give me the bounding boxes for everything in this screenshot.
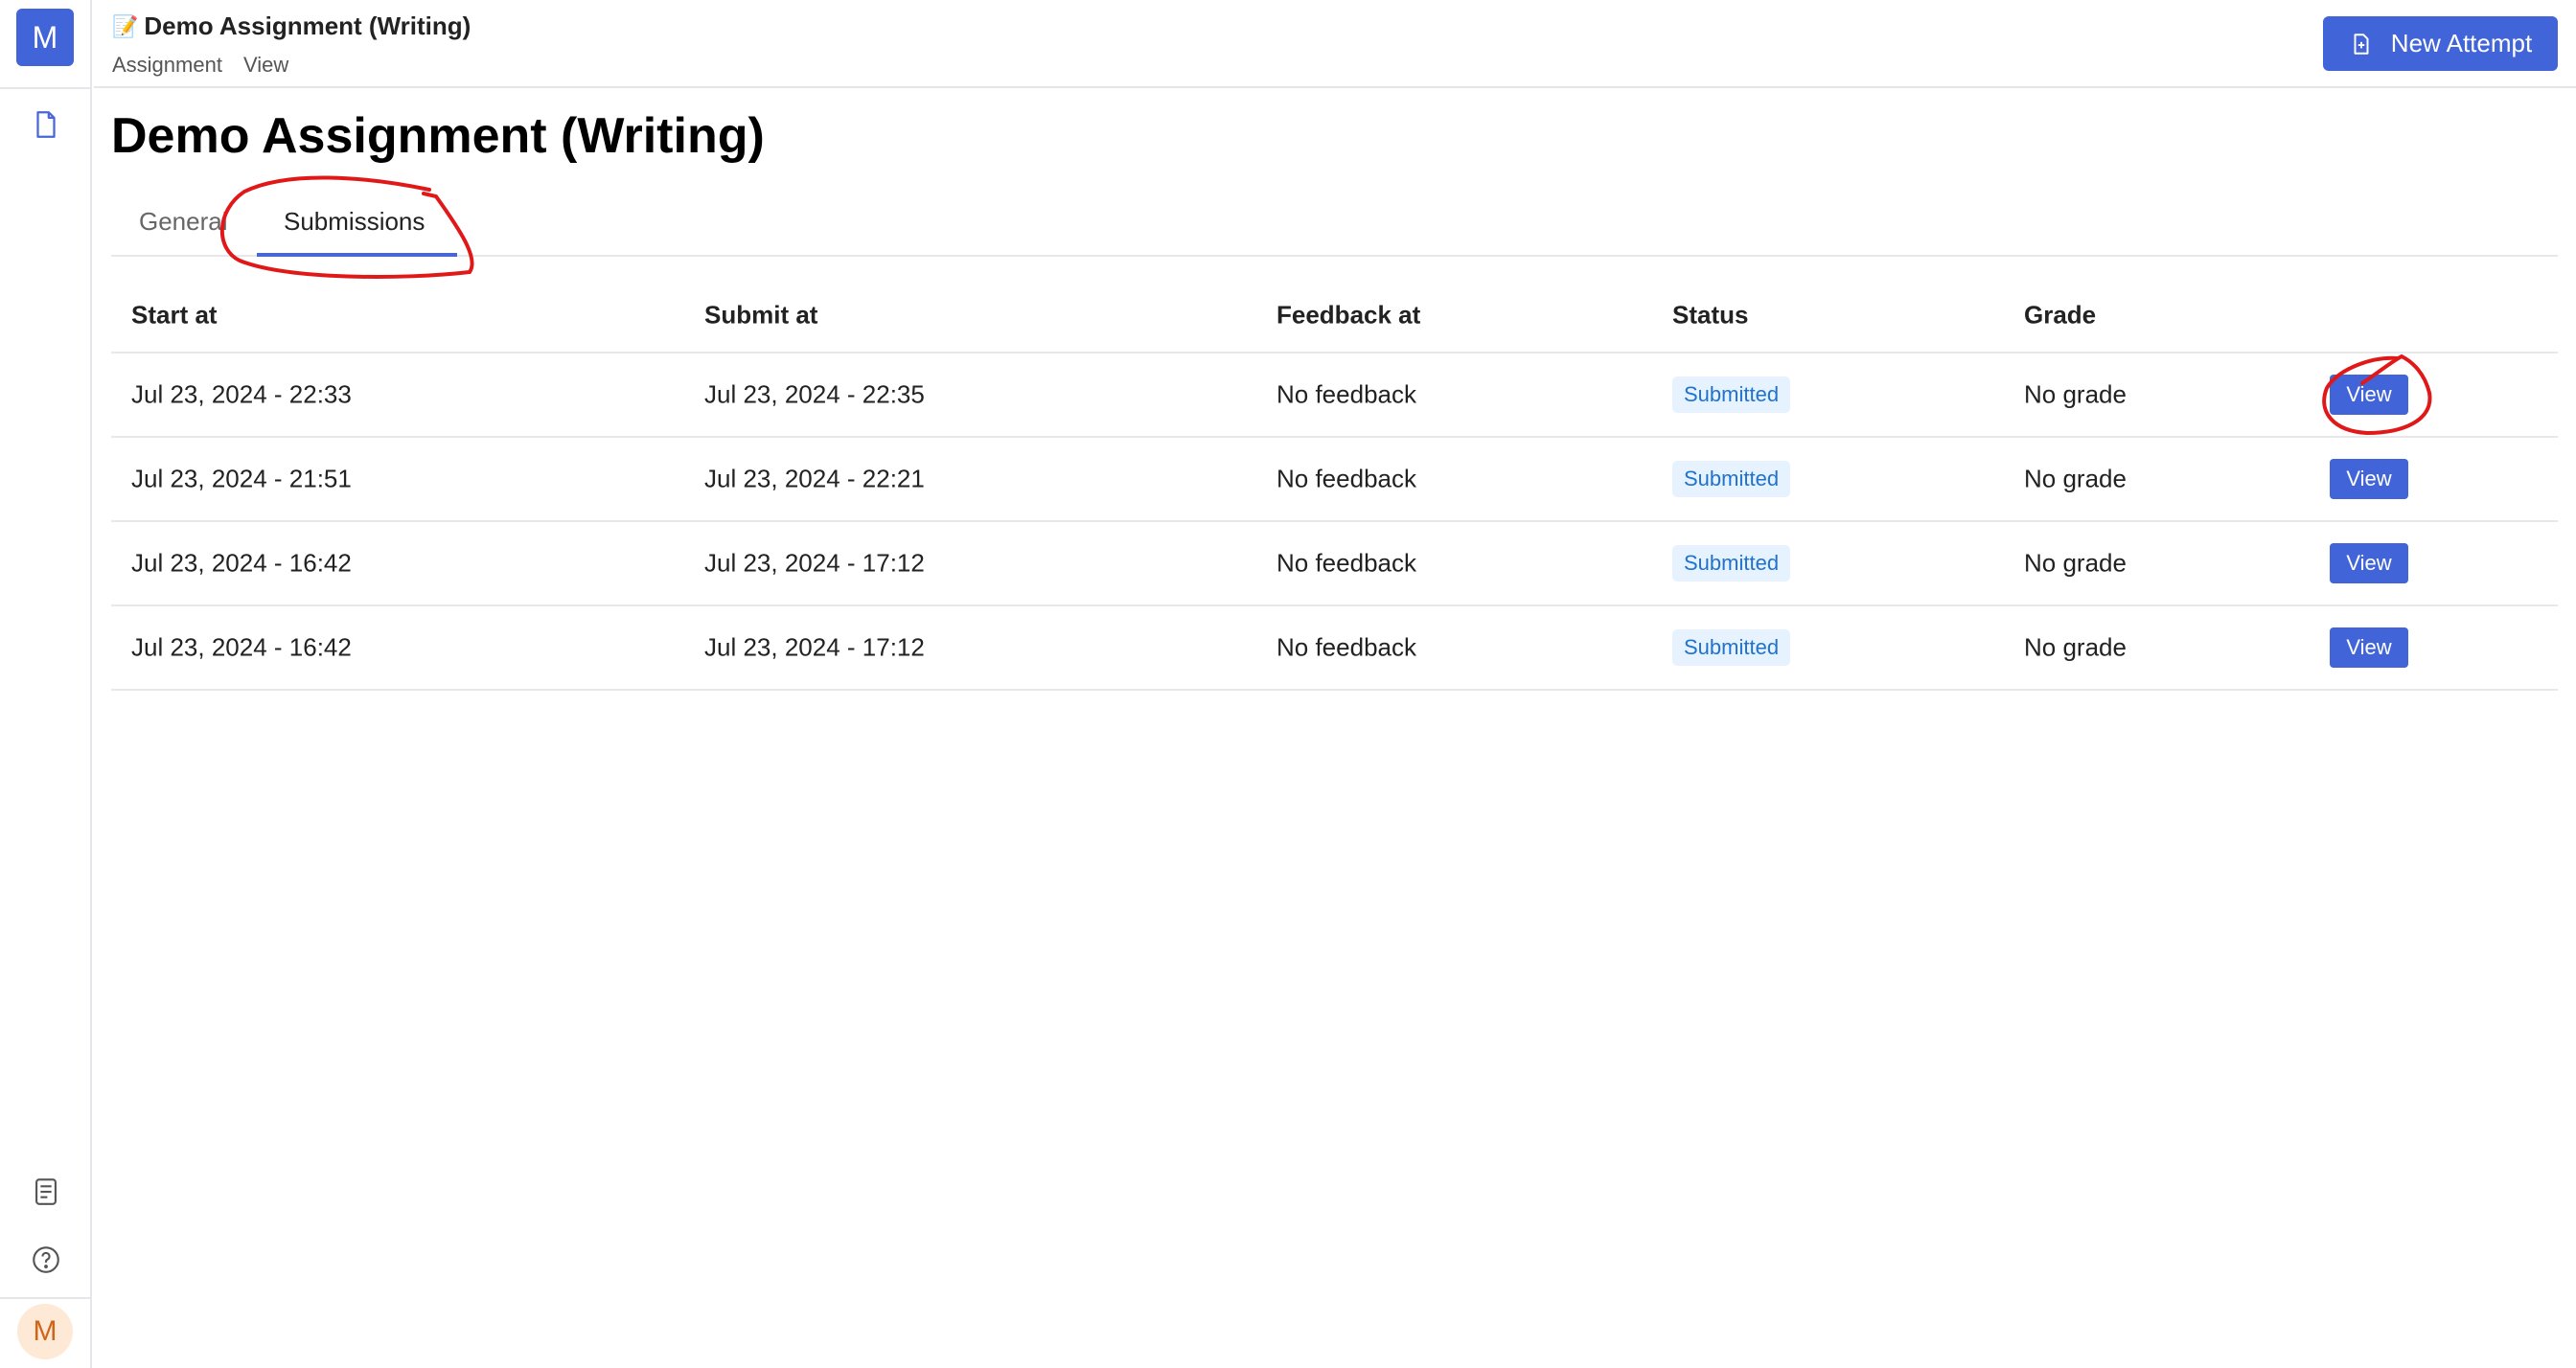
new-attempt-button[interactable]: New Attempt [2323, 16, 2558, 71]
view-button[interactable]: View [2330, 459, 2408, 499]
view-button[interactable]: View [2330, 543, 2408, 583]
sidebar-divider [0, 1297, 92, 1299]
grade-cell: No grade [2024, 548, 2127, 578]
status-badge: Submitted [1672, 461, 1791, 497]
user-avatar[interactable]: M [17, 1304, 73, 1359]
column-header-status: Status [1672, 300, 1749, 329]
help-icon[interactable] [29, 1243, 63, 1277]
header-title-text: Demo Assignment (Writing) [144, 11, 472, 40]
feedback-at-cell: No feedback [1276, 548, 1416, 578]
submit-at-cell: Jul 23, 2024 - 17:12 [704, 632, 925, 662]
start-at-cell: Jul 23, 2024 - 22:33 [131, 379, 352, 409]
column-header-submit-at: Submit at [704, 300, 818, 329]
table-row: Jul 23, 2024 - 22:33 Jul 23, 2024 - 22:3… [111, 353, 2558, 438]
grade-cell: No grade [2024, 464, 2127, 493]
file-plus-icon [2354, 33, 2369, 55]
status-badge: Submitted [1672, 376, 1791, 413]
app-logo[interactable]: M [16, 9, 74, 66]
column-header-start-at: Start at [131, 300, 218, 329]
notes-icon[interactable] [29, 1174, 63, 1209]
document-icon[interactable] [29, 107, 63, 142]
tab-general[interactable]: General [139, 207, 228, 237]
memo-icon: 📝 [112, 13, 139, 38]
submissions-table: Start at Submit at Feedback at Status Gr… [111, 278, 2558, 691]
submit-at-cell: Jul 23, 2024 - 22:35 [704, 379, 925, 409]
page-title: Demo Assignment (Writing) [111, 108, 765, 164]
table-header-row: Start at Submit at Feedback at Status Gr… [111, 278, 2558, 353]
table-row: Jul 23, 2024 - 16:42 Jul 23, 2024 - 17:1… [111, 606, 2558, 691]
view-button[interactable]: View [2330, 627, 2408, 668]
sidebar-divider [0, 87, 92, 89]
new-attempt-label: New Attempt [2390, 29, 2533, 57]
status-badge: Submitted [1672, 629, 1791, 666]
status-badge: Submitted [1672, 545, 1791, 581]
submit-at-cell: Jul 23, 2024 - 22:21 [704, 464, 925, 493]
breadcrumb-assignment[interactable]: Assignment [112, 53, 222, 78]
submit-at-cell: Jul 23, 2024 - 17:12 [704, 548, 925, 578]
feedback-at-cell: No feedback [1276, 379, 1416, 409]
start-at-cell: Jul 23, 2024 - 21:51 [131, 464, 352, 493]
view-button[interactable]: View [2330, 375, 2408, 415]
tab-submissions[interactable]: Submissions [284, 207, 425, 237]
table-row: Jul 23, 2024 - 16:42 Jul 23, 2024 - 17:1… [111, 522, 2558, 606]
active-tab-indicator [257, 253, 457, 257]
feedback-at-cell: No feedback [1276, 464, 1416, 493]
top-header: 📝 Demo Assignment (Writing) Assignment V… [94, 0, 2576, 88]
tab-bar: General Submissions [111, 197, 2558, 257]
breadcrumb-view[interactable]: View [243, 53, 288, 78]
feedback-at-cell: No feedback [1276, 632, 1416, 662]
start-at-cell: Jul 23, 2024 - 16:42 [131, 548, 352, 578]
breadcrumb: Assignment View [112, 53, 288, 78]
sidebar: M M [0, 0, 92, 1368]
header-title: 📝 Demo Assignment (Writing) [112, 11, 471, 41]
start-at-cell: Jul 23, 2024 - 16:42 [131, 632, 352, 662]
grade-cell: No grade [2024, 632, 2127, 662]
column-header-grade: Grade [2024, 300, 2097, 329]
table-row: Jul 23, 2024 - 21:51 Jul 23, 2024 - 22:2… [111, 438, 2558, 522]
grade-cell: No grade [2024, 379, 2127, 409]
column-header-feedback-at: Feedback at [1276, 300, 1421, 329]
